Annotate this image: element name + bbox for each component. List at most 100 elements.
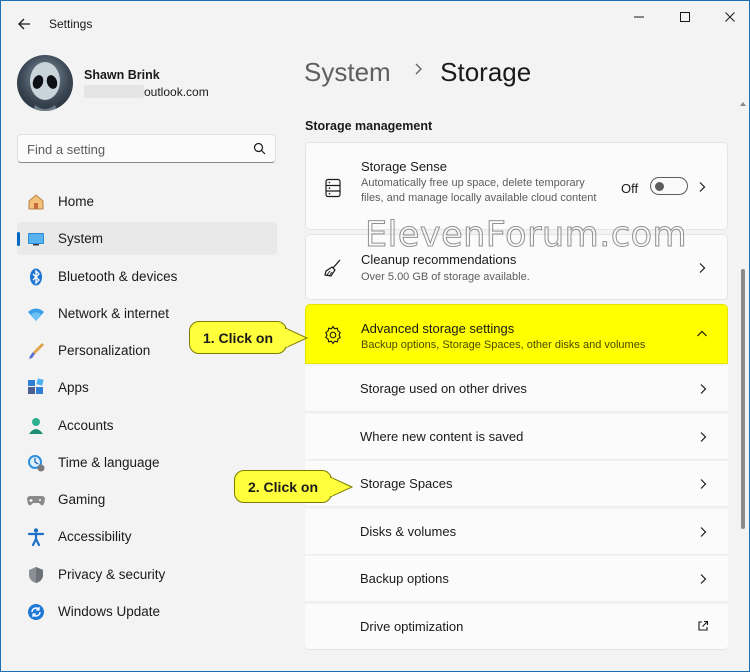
sidebar-item-label: System [58, 231, 104, 247]
sidebar-item-label: Time & language [58, 454, 160, 470]
home-icon [26, 192, 46, 212]
sidebar-nav: Home System Bluetooth & devices Network … [17, 185, 277, 632]
sidebar-item-apps[interactable]: Apps [17, 371, 277, 404]
sub-item-label: Storage Spaces [360, 476, 453, 491]
gaming-icon [26, 490, 46, 510]
sub-item-label: Where new content is saved [360, 429, 524, 444]
maximize-button[interactable] [674, 9, 696, 25]
close-icon [725, 12, 735, 22]
advanced-description: Backup options, Storage Spaces, other di… [361, 339, 646, 351]
toggle-knob [655, 181, 664, 191]
callout-pointer-2 [330, 476, 354, 498]
sidebar-item-label: Windows Update [58, 603, 161, 619]
windows-update-icon [26, 602, 46, 622]
alien-avatar-icon [30, 62, 60, 111]
callout-step-2: 2. Click on [234, 470, 332, 503]
chevron-right-icon [700, 384, 707, 394]
broom-icon [323, 258, 343, 278]
sidebar-item-label: Bluetooth & devices [58, 268, 178, 284]
scrollbar-thumb[interactable] [741, 269, 745, 529]
storage-used-other-drives-item[interactable]: Storage used on other drives [305, 366, 728, 412]
back-arrow-icon [18, 18, 30, 30]
sidebar-item-label: Apps [58, 380, 89, 396]
chevron-right-icon [699, 263, 706, 273]
minimize-icon [634, 16, 644, 18]
sidebar-item-home[interactable]: Home [17, 185, 277, 218]
app-title: Settings [49, 17, 93, 31]
personalization-icon [26, 341, 46, 361]
sidebar-item-windows-update[interactable]: Windows Update [17, 595, 277, 628]
where-new-content-saved-item[interactable]: Where new content is saved [305, 414, 728, 460]
sidebar-item-label: Privacy & security [58, 566, 166, 582]
sub-item-label: Drive optimization [360, 619, 464, 634]
sidebar-item-accessibility[interactable]: Accessibility [17, 520, 277, 553]
section-title: Storage management [305, 119, 433, 133]
apps-icon [26, 378, 46, 398]
storage-sense-toggle[interactable] [650, 177, 688, 195]
search-placeholder: Find a setting [27, 142, 106, 157]
system-icon [26, 229, 46, 249]
time-language-icon [26, 453, 46, 473]
accessibility-icon [26, 527, 46, 547]
advanced-storage-settings-header[interactable]: Advanced storage settings Backup options… [305, 304, 728, 364]
cleanup-description: Over 5.00 GB of storage available. [361, 271, 530, 283]
close-button[interactable] [719, 9, 741, 25]
storage-drive-icon [323, 178, 343, 198]
callout-step-1: 1. Click on [189, 321, 287, 354]
sidebar-item-label: Personalization [58, 343, 151, 358]
callout-text: 1. Click on [202, 329, 274, 346]
chevron-right-icon [700, 574, 707, 584]
sidebar-item-label: Home [58, 194, 95, 209]
network-icon [26, 304, 46, 324]
storage-sense-title: Storage Sense [361, 159, 448, 174]
page-title: Storage [440, 57, 532, 87]
sidebar-item-label: Accounts [58, 417, 114, 433]
breadcrumb-separator-icon [414, 62, 423, 80]
disks-volumes-item[interactable]: Disks & volumes [305, 509, 728, 555]
search-input[interactable]: Find a setting [17, 134, 276, 163]
sidebar-item-privacy[interactable]: Privacy & security [17, 558, 277, 591]
avatar [17, 55, 73, 111]
sub-item-label: Disks & volumes [360, 524, 457, 539]
chevron-right-icon [699, 182, 706, 192]
chevron-right-icon [700, 432, 707, 442]
scroll-up-icon[interactable] [740, 101, 746, 107]
user-name: Shawn Brink [84, 68, 160, 82]
sub-item-label: Backup options [360, 571, 449, 586]
callout-pointer-1 [285, 327, 309, 349]
user-email: outlook.com [84, 85, 209, 99]
watermark: ElevenForum.com [364, 215, 688, 256]
sidebar-item-accounts[interactable]: Accounts [17, 409, 277, 442]
toggle-state-label: Off [621, 181, 639, 196]
chevron-up-icon [697, 330, 707, 337]
scrollbar[interactable] [740, 101, 746, 529]
breadcrumb-parent[interactable]: System [304, 57, 391, 87]
title-bar: Settings [1, 1, 749, 47]
active-indicator [17, 232, 20, 247]
email-domain: outlook.com [144, 85, 209, 99]
back-button[interactable] [13, 13, 35, 35]
shield-icon [26, 565, 46, 585]
sidebar-item-system[interactable]: System [17, 222, 277, 256]
search-icon [253, 142, 266, 155]
sidebar-item-bluetooth[interactable]: Bluetooth & devices [17, 260, 277, 293]
sub-item-label: Storage used on other drives [360, 381, 527, 396]
gear-icon [323, 325, 343, 345]
advanced-title: Advanced storage settings [361, 321, 515, 336]
email-redaction [84, 85, 144, 98]
breadcrumb: System Storage [304, 57, 531, 88]
maximize-icon [680, 12, 690, 22]
callout-text: 2. Click on [247, 478, 319, 495]
chevron-right-icon [700, 479, 707, 489]
sidebar-item-label: Network & internet [58, 305, 170, 321]
storage-spaces-item[interactable]: Storage Spaces [305, 461, 728, 507]
backup-options-item[interactable]: Backup options [305, 556, 728, 602]
sidebar-item-label: Gaming [58, 492, 106, 507]
chevron-right-icon [700, 527, 707, 537]
accounts-icon [26, 416, 46, 436]
external-link-icon [698, 620, 709, 631]
sidebar-item-label: Accessibility [58, 529, 132, 545]
drive-optimization-item[interactable]: Drive optimization [305, 604, 728, 650]
bluetooth-icon [26, 267, 46, 287]
minimize-button[interactable] [628, 9, 650, 25]
